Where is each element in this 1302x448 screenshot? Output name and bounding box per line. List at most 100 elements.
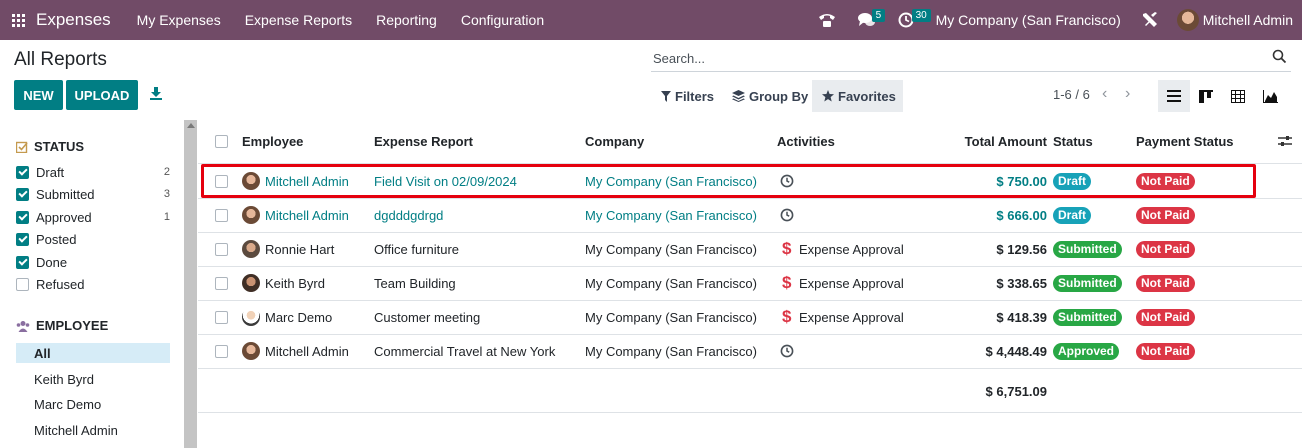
upload-button[interactable]: UPLOAD [66, 80, 138, 110]
status-filter-draft[interactable]: Draft 2 [16, 161, 170, 183]
list-footer-divider [198, 412, 1302, 413]
row-checkbox[interactable] [215, 277, 228, 290]
checkbox[interactable] [16, 255, 29, 269]
employee-filter-keith-byrd[interactable]: Keith Byrd [16, 369, 170, 389]
total-amount: $ 750.00 [996, 174, 1047, 189]
menu-expense-reports[interactable]: Expense Reports [245, 12, 352, 28]
user-name[interactable]: Mitchell Admin [1203, 12, 1293, 28]
phone-icon[interactable] [818, 0, 836, 40]
company-name: My Company (San Francisco) [585, 310, 757, 325]
table-row[interactable]: Mitchell Admin dgdddgdrgd My Company (Sa… [198, 199, 1302, 233]
table-row[interactable]: Ronnie Hart Office furniture My Company … [198, 233, 1302, 267]
new-button[interactable]: NEW [14, 80, 63, 110]
menu-configuration[interactable]: Configuration [461, 12, 544, 28]
app-name[interactable]: Expenses [36, 10, 111, 30]
favorites-label: Favorites [838, 88, 896, 104]
column-activities[interactable]: Activities [777, 134, 835, 149]
company-name[interactable]: My Company (San Francisco) [585, 174, 757, 189]
checkbox[interactable] [16, 187, 29, 201]
avatar [242, 172, 260, 190]
kanban-view-icon[interactable] [1190, 80, 1222, 112]
download-icon[interactable] [149, 86, 165, 102]
row-checkbox[interactable] [215, 345, 228, 358]
filter-icon [661, 90, 671, 102]
status-badge: Draft [1053, 173, 1092, 190]
favorites-button[interactable]: Favorites [812, 80, 903, 112]
status-filter-refused[interactable]: Refused [16, 273, 170, 295]
tools-icon[interactable] [1141, 0, 1159, 40]
optional-columns-icon[interactable] [1278, 135, 1292, 150]
groupby-label: Group By [749, 88, 809, 104]
row-checkbox[interactable] [215, 243, 228, 256]
menu-reporting[interactable]: Reporting [376, 12, 437, 28]
pivot-view-icon[interactable] [1222, 80, 1254, 112]
company-switcher[interactable]: My Company (San Francisco) [936, 12, 1121, 28]
activity-label[interactable]: Expense Approval [799, 242, 904, 257]
row-checkbox[interactable] [215, 311, 228, 324]
checkbox[interactable] [16, 232, 29, 246]
checkbox[interactable] [16, 277, 29, 291]
column-expense-report[interactable]: Expense Report [374, 134, 473, 149]
status-filter-posted[interactable]: Posted [16, 228, 170, 250]
row-checkbox[interactable] [215, 209, 228, 222]
employee-name[interactable]: Mitchell Admin [265, 174, 349, 189]
activity-clock-icon[interactable] [780, 174, 794, 191]
row-checkbox[interactable] [215, 175, 228, 188]
scroll-up-icon[interactable] [187, 123, 195, 128]
employee-filter-marc-demo[interactable]: Marc Demo [16, 394, 170, 414]
status-filter-done[interactable]: Done [16, 251, 170, 273]
company-name: My Company (San Francisco) [585, 242, 757, 257]
apps-menu-icon[interactable] [0, 0, 36, 40]
payment-status-badge: Not Paid [1136, 173, 1195, 190]
select-all-checkbox[interactable] [215, 135, 228, 148]
search-input[interactable] [653, 48, 1253, 68]
user-avatar[interactable] [1176, 9, 1199, 31]
dollar-icon[interactable]: $ [782, 307, 791, 327]
messages-icon[interactable]: 5 [857, 0, 886, 40]
search-icon[interactable] [1272, 49, 1287, 67]
activity-label[interactable]: Expense Approval [799, 310, 904, 325]
column-employee[interactable]: Employee [242, 134, 303, 149]
employee-name[interactable]: Mitchell Admin [265, 208, 349, 223]
graph-view-icon[interactable] [1254, 80, 1286, 112]
activity-label[interactable]: Expense Approval [799, 276, 904, 291]
page-title: All Reports [14, 49, 107, 70]
list-view-icon[interactable] [1158, 80, 1190, 112]
report-name[interactable]: dgdddgdrgd [374, 208, 443, 223]
groupby-button[interactable]: Group By [732, 80, 808, 112]
status-label: Refused [36, 276, 85, 292]
activities-clock-icon[interactable]: 30 [898, 0, 931, 40]
report-name[interactable]: Field Visit on 02/09/2024 [374, 174, 517, 189]
table-row[interactable]: Marc Demo Customer meeting My Company (S… [198, 301, 1302, 335]
checkbox[interactable] [16, 165, 29, 179]
status-filter-submitted[interactable]: Submitted 3 [16, 183, 170, 205]
column-status[interactable]: Status [1053, 134, 1093, 149]
menu-my-expenses[interactable]: My Expenses [137, 12, 221, 28]
status-badge: Submitted [1053, 309, 1122, 326]
activity-clock-icon[interactable] [780, 344, 794, 361]
column-payment-status[interactable]: Payment Status [1136, 134, 1234, 149]
status-label: Approved [36, 209, 92, 225]
table-row[interactable]: Keith Byrd Team Building My Company (San… [198, 267, 1302, 301]
pager-next-icon[interactable]: › [1125, 85, 1130, 103]
total-amount: $ 418.39 [996, 310, 1047, 325]
pager-value[interactable]: 1-6 / 6 [1053, 87, 1090, 102]
pager-previous-icon[interactable]: ‹ [1102, 85, 1107, 103]
column-total-amount[interactable]: Total Amount [965, 134, 1047, 149]
employee-filter-mitchell-admin[interactable]: Mitchell Admin [16, 420, 170, 440]
employee-name: Marc Demo [265, 310, 333, 325]
filters-button[interactable]: Filters [661, 80, 714, 112]
company-name[interactable]: My Company (San Francisco) [585, 208, 757, 223]
table-row[interactable]: Mitchell Admin Commercial Travel at New … [198, 335, 1302, 369]
dollar-icon[interactable]: $ [782, 273, 791, 293]
sidebar-scrollbar[interactable] [184, 120, 197, 448]
avatar [242, 274, 260, 292]
status-title: STATUS [34, 139, 85, 154]
dollar-icon[interactable]: $ [782, 239, 791, 259]
column-company[interactable]: Company [585, 134, 644, 149]
employee-filter-all[interactable]: All [16, 343, 170, 363]
activity-clock-icon[interactable] [780, 208, 794, 225]
table-row[interactable]: Mitchell Admin Field Visit on 02/09/2024… [198, 165, 1302, 199]
status-filter-approved[interactable]: Approved 1 [16, 206, 170, 228]
checkbox[interactable] [16, 210, 29, 224]
